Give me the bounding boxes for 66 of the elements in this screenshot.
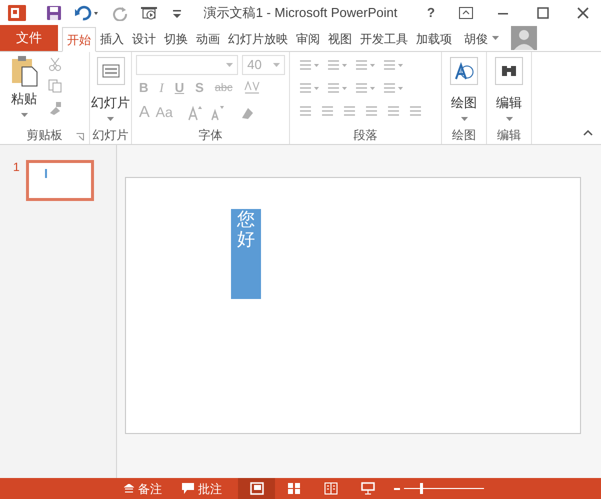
group-label: 段落: [354, 127, 378, 144]
notes-icon: [124, 484, 134, 494]
ribbon-tab[interactable]: 切换: [160, 26, 192, 51]
ribbon-tab[interactable]: 审阅: [292, 26, 324, 51]
slide-layout-icon: [96, 57, 124, 85]
copy-icon[interactable]: [48, 79, 62, 93]
ribbon-tab[interactable]: 设计: [128, 26, 160, 51]
undo-icon[interactable]: [74, 5, 100, 21]
save-icon[interactable]: [46, 5, 62, 21]
caret-icon: [107, 116, 114, 122]
group-label: 编辑: [497, 127, 521, 144]
editing-button[interactable]: 编辑: [491, 55, 527, 126]
redo-icon[interactable]: [112, 5, 128, 21]
shrink-font-icon[interactable]: [208, 104, 225, 120]
slideshow-icon[interactable]: [140, 5, 160, 21]
caret-icon: [506, 116, 512, 122]
comments-button[interactable]: 批注: [174, 480, 230, 498]
app-logo-icon: [8, 5, 26, 21]
clipboard-icon: [10, 55, 38, 87]
ribbon-display-icon[interactable]: [459, 7, 473, 19]
ribbon-tab[interactable]: 开始: [62, 27, 96, 52]
align-right-icon[interactable]: [342, 104, 358, 118]
slide-thumbnail[interactable]: [26, 160, 94, 201]
format-painter-icon[interactable]: [48, 101, 62, 115]
ribbon-tab[interactable]: 插入: [96, 26, 128, 51]
caret-icon: [492, 36, 499, 41]
caret-icon: [226, 62, 234, 68]
justify-icon[interactable]: [364, 104, 380, 118]
slider-thumb[interactable]: [420, 483, 423, 494]
group-label: 幻灯片: [92, 127, 128, 144]
window-title: 演示文稿1 - Microsoft PowerPoint: [202, 4, 398, 22]
caret-icon: [20, 112, 28, 118]
notes-button[interactable]: 备注: [116, 480, 170, 498]
user-menu[interactable]: 胡俊: [460, 26, 503, 51]
group-label: 字体: [198, 127, 222, 144]
paste-button[interactable]: 粘贴: [4, 55, 44, 126]
grow-font-icon[interactable]: [186, 104, 203, 120]
font-name-field[interactable]: [136, 55, 238, 75]
dialog-launcher-icon[interactable]: [76, 133, 84, 141]
group-label: 绘图: [452, 127, 476, 144]
slideshow-view-icon[interactable]: [360, 482, 374, 495]
collapse-ribbon-icon[interactable]: [583, 129, 593, 136]
ribbon-tab[interactable]: 加载项: [412, 26, 456, 51]
normal-view-icon[interactable]: [250, 482, 264, 495]
binoculars-icon: [495, 57, 523, 85]
reading-view-icon[interactable]: [324, 482, 338, 495]
ribbon-tab[interactable]: 开发工具: [356, 26, 412, 51]
maximize-icon[interactable]: [537, 7, 549, 19]
center-icon[interactable]: [320, 104, 336, 118]
ribbon-tab[interactable]: 文件: [0, 25, 58, 51]
ribbon-tab[interactable]: 幻灯片放映: [224, 26, 292, 51]
ribbon-tab[interactable]: 动画: [192, 26, 224, 51]
caret-icon: [460, 116, 468, 122]
align-left-icon[interactable]: [298, 104, 314, 118]
slide-number: 1: [13, 159, 20, 176]
scissors-icon[interactable]: [48, 57, 62, 71]
drawing-button[interactable]: 绘图: [446, 55, 482, 126]
zoom-slider[interactable]: [404, 483, 484, 494]
slide-sorter-icon[interactable]: [286, 482, 300, 495]
shapes-icon: [450, 57, 478, 85]
help-button[interactable]: ?: [419, 3, 443, 23]
group-label: 剪贴板: [26, 127, 62, 144]
ribbon-tab[interactable]: 视图: [324, 26, 356, 51]
comment-icon: [182, 483, 194, 494]
close-icon[interactable]: [577, 7, 589, 19]
caret-icon: [273, 62, 280, 68]
